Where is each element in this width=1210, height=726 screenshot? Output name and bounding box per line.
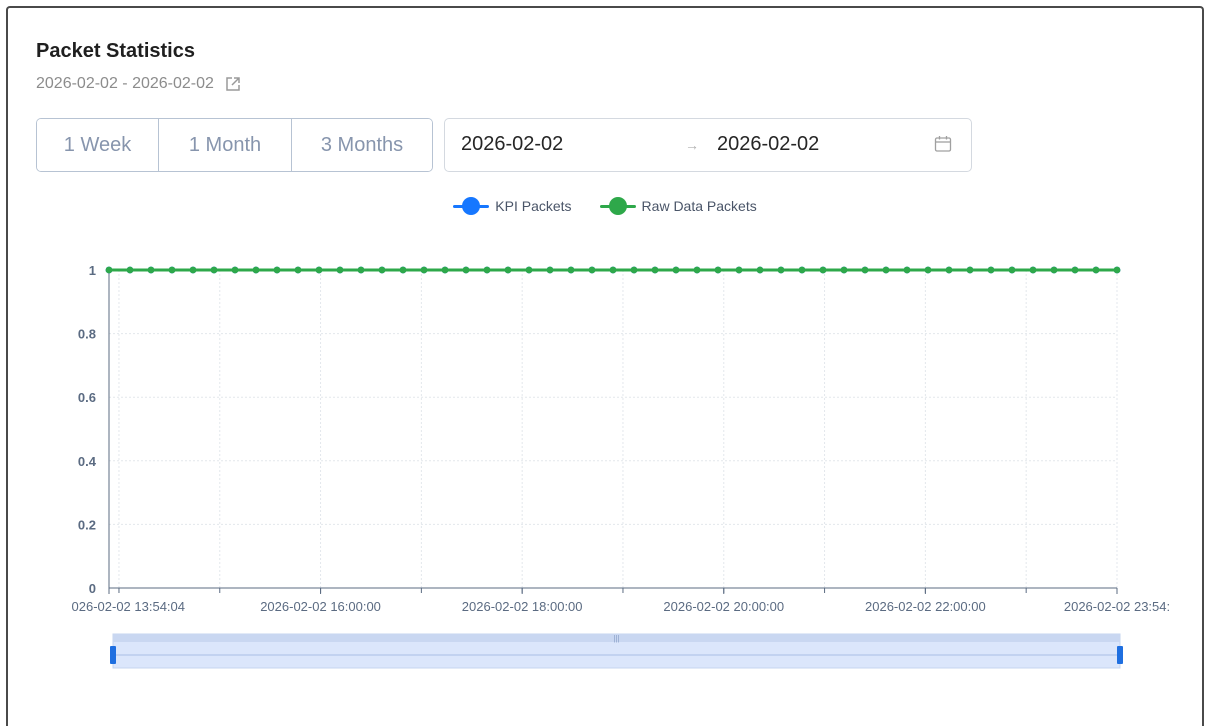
data-point-raw — [609, 266, 617, 274]
data-point-raw — [1050, 266, 1058, 274]
x-tick-label: 2026-02-02 18:00:00 — [462, 599, 583, 614]
data-point-raw — [420, 266, 428, 274]
data-point-raw — [546, 266, 554, 274]
data-point-raw — [105, 266, 113, 274]
data-point-raw — [945, 266, 953, 274]
data-point-raw — [147, 266, 155, 274]
data-point-raw — [336, 266, 344, 274]
y-tick-label: 1 — [89, 263, 96, 278]
data-point-raw — [126, 266, 134, 274]
data-point-raw — [1071, 266, 1079, 274]
y-tick-label: 0 — [89, 581, 96, 596]
data-point-raw — [378, 266, 386, 274]
data-point-raw — [588, 266, 596, 274]
x-tick-label: 026-02-02 13:54:04 — [72, 599, 185, 614]
y-tick-label: 0.6 — [78, 390, 96, 405]
data-point-raw — [273, 266, 281, 274]
zoom-grip-icon: ||| — [613, 634, 619, 643]
y-tick-label: 0.4 — [78, 454, 97, 469]
data-point-raw — [567, 266, 575, 274]
data-point-raw — [441, 266, 449, 274]
zoom-handle-left — [110, 646, 116, 664]
chart-axes: 0 0.2 0.4 0.6 0.8 1 026-02-02 13:54:04 2026-02-… — [72, 263, 1171, 614]
data-point-raw — [525, 266, 533, 274]
packet-line-chart: 0 0.2 0.4 0.6 0.8 1 026-02-02 13:54:04 2026-02-… — [72, 263, 1171, 669]
x-tick-label: 2026-02-02 16:00:00 — [260, 599, 381, 614]
data-point-raw — [315, 266, 323, 274]
data-point-raw — [462, 266, 470, 274]
data-point-raw — [1008, 266, 1016, 274]
zoom-handle-right — [1117, 646, 1123, 664]
x-tick-label: 2026-02-02 23:54: — [1064, 599, 1170, 614]
data-point-raw — [231, 266, 239, 274]
data-point-raw — [1092, 266, 1100, 274]
data-point-raw — [861, 266, 869, 274]
data-point-raw — [252, 266, 260, 274]
data-point-raw — [819, 266, 827, 274]
data-point-raw — [735, 266, 743, 274]
data-point-raw — [882, 266, 890, 274]
data-point-raw — [483, 266, 491, 274]
chart-series — [105, 266, 1121, 274]
data-point-raw — [294, 266, 302, 274]
data-zoom-slider: ||| — [110, 633, 1123, 669]
data-point-raw — [714, 266, 722, 274]
data-point-raw — [504, 266, 512, 274]
data-point-raw — [798, 266, 806, 274]
data-point-raw — [966, 266, 974, 274]
data-point-raw — [189, 266, 197, 274]
data-point-raw — [777, 266, 785, 274]
grid-lines — [109, 269, 1118, 588]
data-point-raw — [210, 266, 218, 274]
y-tick-label: 0.8 — [78, 327, 96, 342]
data-point-raw — [630, 266, 638, 274]
data-point-raw — [693, 266, 701, 274]
y-tick-label: 0.2 — [78, 517, 96, 532]
data-point-raw — [357, 266, 365, 274]
data-point-raw — [987, 266, 995, 274]
data-point-raw — [1029, 266, 1037, 274]
data-point-raw — [1113, 266, 1121, 274]
data-point-raw — [399, 266, 407, 274]
x-tick-label: 2026-02-02 20:00:00 — [663, 599, 784, 614]
data-point-raw — [651, 266, 659, 274]
data-point-raw — [756, 266, 764, 274]
data-point-raw — [924, 266, 932, 274]
data-point-raw — [672, 266, 680, 274]
data-point-raw — [903, 266, 911, 274]
data-point-raw — [168, 266, 176, 274]
data-point-raw — [840, 266, 848, 274]
x-tick-label: 2026-02-02 22:00:00 — [865, 599, 986, 614]
